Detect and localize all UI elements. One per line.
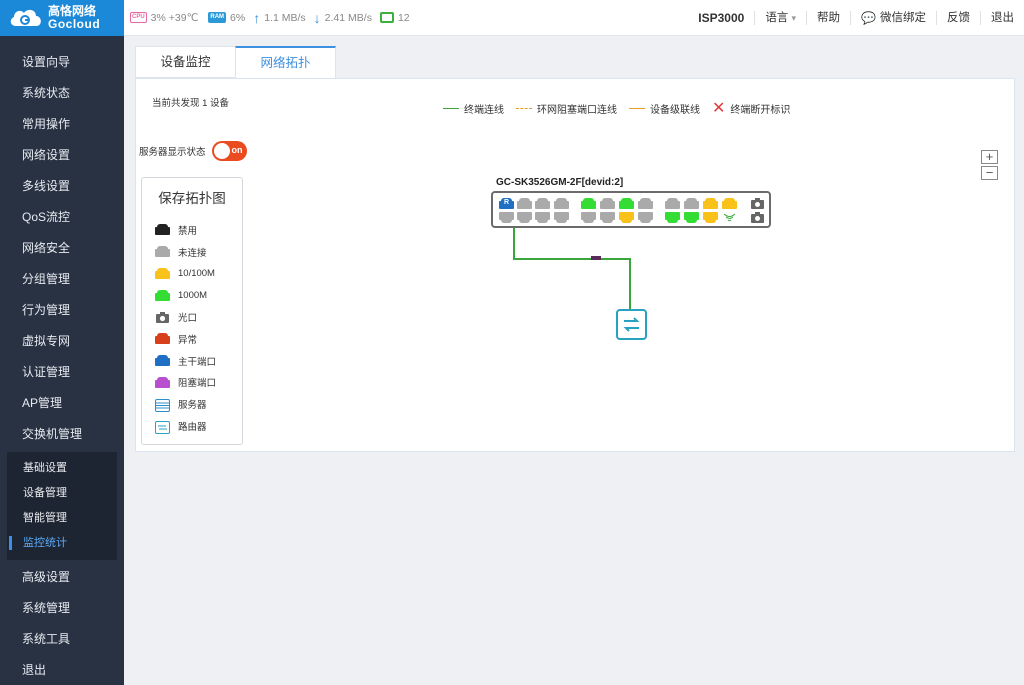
- caret-down-icon: ▾: [791, 12, 797, 23]
- menu-item-security[interactable]: 网络安全: [0, 233, 124, 264]
- language-menu[interactable]: 语言 ▾: [754, 10, 806, 25]
- port-top-11[interactable]: [703, 198, 718, 209]
- monitor-icon: [379, 12, 394, 23]
- menu-item-tools[interactable]: 系统工具: [0, 624, 124, 655]
- port-bottom-5[interactable]: [581, 212, 596, 223]
- menu-item-ap[interactable]: AP管理: [0, 388, 124, 419]
- wechat-bind-link[interactable]: 💬 微信绑定: [850, 10, 936, 25]
- port-bottom-12[interactable]: [722, 212, 737, 223]
- logout-link[interactable]: 退出: [980, 10, 1024, 25]
- menu-item-wizard[interactable]: 设置向导: [0, 47, 124, 78]
- download-arrow-icon: ↓: [313, 9, 321, 26]
- port-bottom-9[interactable]: [665, 212, 680, 223]
- cloud-logo-icon: [8, 6, 44, 30]
- language-label: 语言: [765, 11, 789, 24]
- cpu-icon: CPU: [130, 12, 147, 23]
- port-top-2[interactable]: [517, 198, 532, 209]
- submenu-item-basic[interactable]: 基础设置: [7, 456, 117, 481]
- port-bottom-4[interactable]: [554, 212, 569, 223]
- port-bottom-11[interactable]: [703, 212, 718, 223]
- tab-device-monitor[interactable]: 设备监控: [135, 46, 236, 78]
- tab-bar: 设备监控 网络拓扑: [135, 46, 336, 79]
- app-root: 高恪网络 Gocloud 设置向导 系统状态 常用操作 网络设置 多线设置 Qo…: [0, 0, 1024, 685]
- logo[interactable]: 高恪网络 Gocloud: [0, 0, 124, 36]
- optical-port-icon[interactable]: [750, 198, 765, 209]
- ram-icon: RAM: [208, 12, 227, 23]
- main-content: 设备监控 网络拓扑 当前共发现 1 设备 终端连线 环网阻塞端口连线 设备级联线…: [124, 36, 1024, 685]
- upload-arrow-icon: ↑: [253, 9, 261, 26]
- router-node[interactable]: [616, 309, 647, 340]
- upload-value: 1.1 MB/s: [264, 11, 306, 24]
- online-status: 12: [379, 11, 410, 24]
- upload-status: ↑ 1.1 MB/s: [253, 9, 306, 26]
- help-link[interactable]: 帮助: [806, 10, 850, 25]
- port-top-7[interactable]: [619, 198, 634, 209]
- port-bottom-7[interactable]: [619, 212, 634, 223]
- feedback-link[interactable]: 反馈: [936, 10, 980, 25]
- top-bar: CPU 3% +39℃ RAM 6% ↑ 1.1 MB/s ↓ 2.41 MB/…: [124, 0, 1024, 36]
- menu-item-behavior[interactable]: 行为管理: [0, 295, 124, 326]
- brand-name: 高恪网络 Gocloud: [48, 5, 100, 31]
- menu-item-groups[interactable]: 分组管理: [0, 264, 124, 295]
- submenu-item-monitor[interactable]: 监控统计: [7, 531, 117, 556]
- port-top-4[interactable]: [554, 198, 569, 209]
- port-bottom-1[interactable]: [499, 212, 514, 223]
- bottom-menu: 高级设置 系统管理 系统工具 退出: [0, 562, 124, 685]
- menu-item-vpn[interactable]: 虚拟专网: [0, 326, 124, 357]
- menu-item-network[interactable]: 网络设置: [0, 140, 124, 171]
- port-top-1[interactable]: R: [499, 198, 514, 209]
- wechat-label: 微信绑定: [880, 11, 926, 24]
- port-top-12[interactable]: [722, 198, 737, 209]
- submenu-item-devices[interactable]: 设备管理: [7, 481, 117, 506]
- switch-device-title[interactable]: GC-SK3526GM-2F[devid:2]: [496, 177, 623, 188]
- link-line: [513, 203, 631, 311]
- main-menu: 设置向导 系统状态 常用操作 网络设置 多线设置 QoS流控 网络安全 分组管理…: [0, 47, 124, 450]
- menu-item-common-ops[interactable]: 常用操作: [0, 109, 124, 140]
- brand-en: Gocloud: [48, 17, 101, 31]
- port-top-6[interactable]: [600, 198, 615, 209]
- port-bottom-8[interactable]: [638, 212, 653, 223]
- switch-device[interactable]: R: [491, 191, 771, 228]
- sidebar: 高恪网络 Gocloud 设置向导 系统状态 常用操作 网络设置 多线设置 Qo…: [0, 0, 124, 685]
- menu-item-system-status[interactable]: 系统状态: [0, 78, 124, 109]
- cpu-value: 3% +39℃: [150, 11, 199, 24]
- port-top-5[interactable]: [581, 198, 596, 209]
- online-value: 12: [397, 11, 410, 24]
- menu-item-qos[interactable]: QoS流控: [0, 202, 124, 233]
- ram-status: RAM 6%: [208, 12, 245, 24]
- port-bottom-3[interactable]: [535, 212, 550, 223]
- optical-port-icon[interactable]: [750, 212, 765, 223]
- port-bottom-6[interactable]: [600, 212, 615, 223]
- submenu-item-smart[interactable]: 智能管理: [7, 506, 117, 531]
- port-top-9[interactable]: [665, 198, 680, 209]
- menu-item-auth[interactable]: 认证管理: [0, 357, 124, 388]
- menu-item-multiline[interactable]: 多线设置: [0, 171, 124, 202]
- menu-item-advanced[interactable]: 高级设置: [0, 562, 124, 593]
- trunk-port-label: R: [504, 199, 510, 206]
- cpu-status: CPU 3% +39℃: [130, 12, 198, 24]
- download-status: ↓ 2.41 MB/s: [313, 9, 372, 26]
- menu-item-system-manage[interactable]: 系统管理: [0, 593, 124, 624]
- top-nav: ISP3000 语言 ▾ 帮助 💬 微信绑定 反馈 退出: [688, 0, 1024, 36]
- model-name: ISP3000: [698, 10, 745, 25]
- port-top-8[interactable]: [638, 198, 653, 209]
- port-bottom-10[interactable]: [684, 212, 699, 223]
- ram-value: 6%: [230, 11, 246, 24]
- port-bottom-2[interactable]: [517, 212, 532, 223]
- download-value: 2.41 MB/s: [324, 11, 372, 24]
- port-top-3[interactable]: [535, 198, 550, 209]
- wechat-icon: 💬: [861, 10, 876, 25]
- menu-item-exit[interactable]: 退出: [0, 655, 124, 685]
- port-top-10[interactable]: [684, 198, 699, 209]
- tab-topology[interactable]: 网络拓扑: [235, 46, 336, 79]
- router-node-icon: [623, 317, 640, 332]
- menu-item-switch[interactable]: 交换机管理: [0, 419, 124, 450]
- switch-submenu: 基础设置 设备管理 智能管理 监控统计: [7, 452, 117, 560]
- topology-panel: 当前共发现 1 设备 终端连线 环网阻塞端口连线 设备级联线 ✕ 终端断开标识 服…: [135, 78, 1015, 452]
